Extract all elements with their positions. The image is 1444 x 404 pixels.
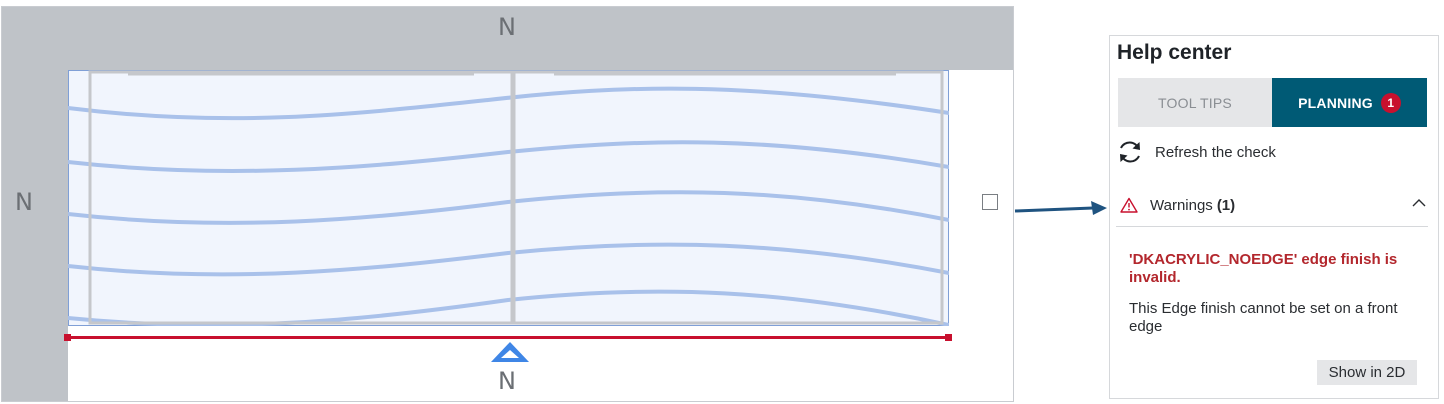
help-center-title: Help center [1117,41,1232,64]
warnings-count: (1) [1216,196,1236,214]
tab-tool-tips[interactable]: TOOL TIPS [1118,78,1272,127]
triangle-up-icon[interactable] [489,340,531,364]
tab-planning-label: PLANNING [1298,94,1373,111]
north-marker-left: N [15,188,33,216]
refresh-check-button[interactable]: Refresh the check [1116,136,1276,168]
worktop[interactable] [68,70,949,326]
warnings-section-header[interactable]: Warnings (1) [1116,184,1428,227]
warning-triangle-icon [1120,197,1138,213]
edge-handle-right[interactable] [945,334,952,341]
arrow-right-icon [1014,201,1107,215]
front-edge-highlight[interactable] [68,336,950,339]
edge-handle-left[interactable] [64,334,71,341]
tab-tool-tips-label: TOOL TIPS [1158,94,1232,111]
chevron-up-icon[interactable] [1412,198,1426,208]
refresh-check-label: Refresh the check [1155,143,1276,161]
warnings-label: Warnings [1150,196,1213,214]
side-marker-square[interactable] [982,194,998,210]
planning-canvas[interactable]: N N N [1,6,1014,402]
worktop-drawing [68,70,949,326]
planning-count-badge: 1 [1380,92,1401,113]
north-marker-bottom: N [498,367,516,395]
tab-planning[interactable]: PLANNING 1 [1272,78,1427,127]
warning-title: 'DKACRYLIC_NOEDGE' edge finish is invali… [1129,251,1398,286]
north-marker-top: N [498,13,516,41]
warning-description: This Edge finish cannot be set on a fron… [1129,300,1398,335]
wall-left[interactable] [2,7,68,401]
show-in-2d-button[interactable]: Show in 2D [1317,360,1417,385]
refresh-icon [1120,141,1140,163]
help-center-panel: Help center TOOL TIPS PLANNING 1 Refresh… [1109,35,1439,399]
